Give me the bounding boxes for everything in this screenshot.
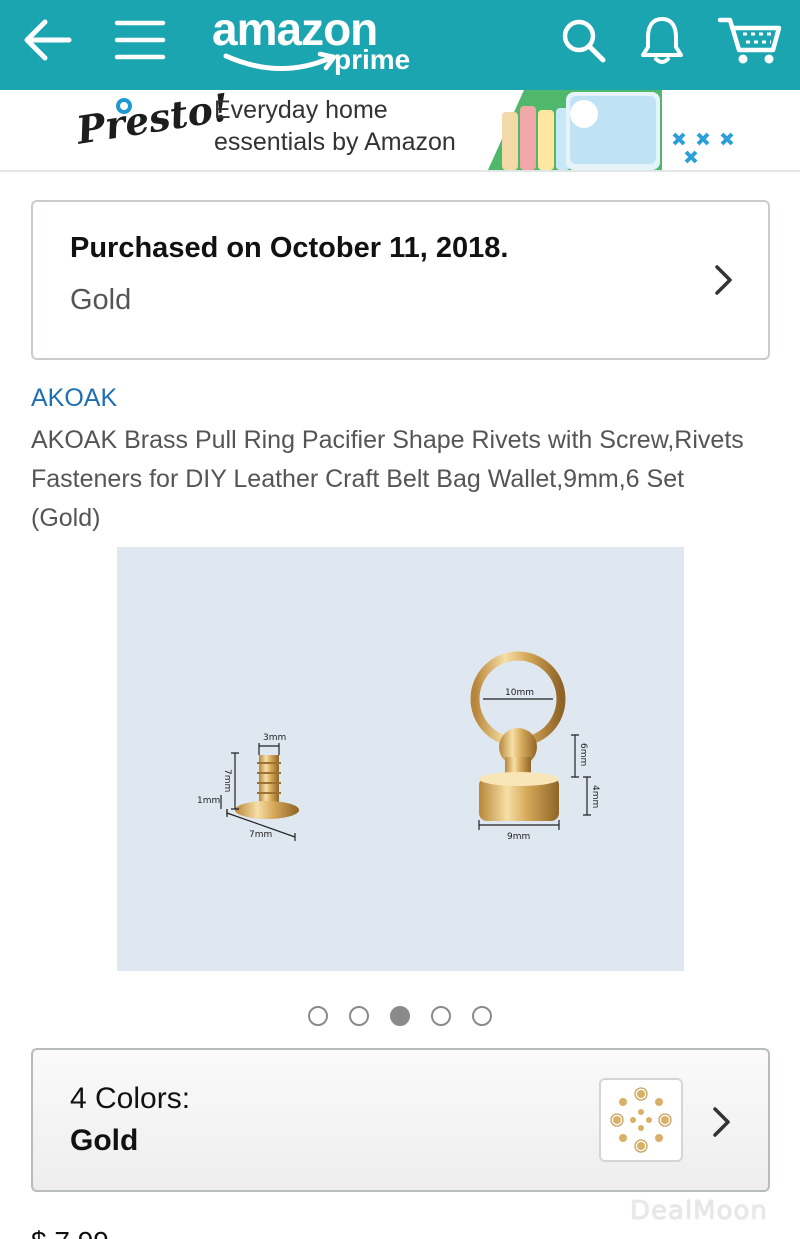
dim-neck: 6mm bbox=[578, 743, 588, 766]
back-arrow-icon[interactable] bbox=[16, 14, 76, 66]
price-text: $ 7.99 bbox=[31, 1226, 109, 1239]
amazon-prime-logo[interactable]: amazon prime bbox=[208, 2, 428, 88]
carousel-dot-4[interactable] bbox=[431, 1006, 451, 1026]
dim-head-width: 7mm bbox=[249, 830, 272, 840]
banner-tagline-line2: essentials by Amazon bbox=[214, 128, 456, 156]
banner-tagline-line1: Everyday home bbox=[214, 96, 388, 124]
color-selector[interactable]: 4 Colors: Gold bbox=[31, 1048, 770, 1192]
product-title: AKOAK Brass Pull Ring Pacifier Shape Riv… bbox=[31, 426, 744, 532]
dim-screw-length: 7mm bbox=[222, 769, 232, 792]
banner-product-image bbox=[488, 90, 746, 170]
purchase-date-text: Purchased on October 11, 2018. bbox=[70, 232, 509, 264]
purchase-variant-text: Gold bbox=[70, 284, 132, 316]
dim-ring: 10mm bbox=[505, 688, 534, 698]
chevron-right-icon bbox=[707, 1102, 737, 1142]
search-icon[interactable] bbox=[553, 14, 613, 66]
product-image[interactable]: 3mm 7mm 1mm 7mm 10mm 6mm 4mm 9mm bbox=[117, 547, 684, 971]
rivet-illustration: 3mm 7mm 1mm 7mm 10mm 6mm 4mm 9mm bbox=[197, 651, 600, 842]
carousel-dot-3[interactable] bbox=[390, 1006, 410, 1026]
chevron-right-icon bbox=[709, 260, 739, 300]
smile-arrow-icon bbox=[223, 51, 337, 71]
banner-tagline: Everyday home essentials by Amazon bbox=[214, 94, 456, 158]
logo-prime: prime bbox=[334, 44, 411, 75]
dim-base-height: 4mm bbox=[590, 785, 600, 808]
carousel-dot-5[interactable] bbox=[472, 1006, 492, 1026]
color-count-label: 4 Colors: bbox=[70, 1082, 191, 1115]
image-carousel-indicator bbox=[0, 1006, 800, 1028]
dealmoon-watermark: DealMoon bbox=[630, 1196, 768, 1226]
purchase-history-card[interactable]: Purchased on October 11, 2018. Gold bbox=[31, 200, 770, 360]
carousel-dot-2[interactable] bbox=[349, 1006, 369, 1026]
dim-head-height: 1mm bbox=[197, 796, 220, 806]
carousel-dot-1[interactable] bbox=[308, 1006, 328, 1026]
brand-link[interactable]: AKOAK bbox=[31, 384, 117, 413]
dim-base-width: 9mm bbox=[507, 832, 530, 842]
selected-color-value: Gold bbox=[70, 1124, 139, 1157]
top-nav-bar: amazon prime bbox=[0, 0, 800, 90]
cart-icon[interactable] bbox=[714, 14, 786, 66]
dim-screw-width: 3mm bbox=[263, 733, 286, 743]
bell-icon[interactable] bbox=[632, 14, 692, 66]
menu-icon[interactable] bbox=[110, 14, 170, 66]
color-swatch-thumbnail[interactable] bbox=[599, 1078, 683, 1162]
